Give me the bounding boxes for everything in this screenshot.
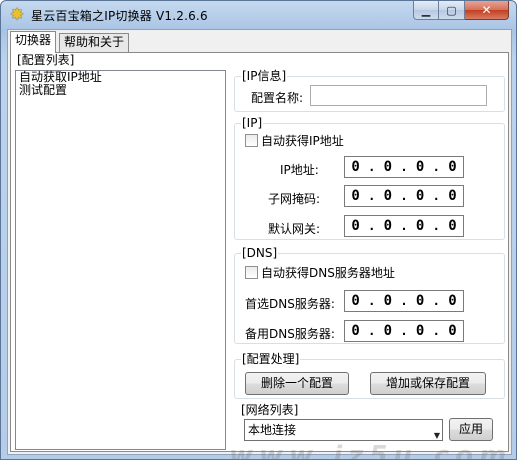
ip-octet: 0 bbox=[415, 218, 425, 234]
ip-dot: . bbox=[368, 160, 376, 174]
caption-buttons: ▁ ▢ ✕ bbox=[413, 1, 509, 21]
ip-dot: . bbox=[400, 324, 408, 338]
auto-ip-checkbox[interactable] bbox=[245, 134, 258, 147]
ip-dot: . bbox=[432, 160, 440, 174]
ip-octet: 0 bbox=[448, 188, 457, 204]
ip-octet: 0 bbox=[448, 323, 457, 339]
switcher-panel: [配置列表] 自动获取IP地址 测试配置 [IP信息] 配置名称: [IP] 自… bbox=[10, 52, 509, 460]
auto-ip-label: 自动获得IP地址 bbox=[261, 134, 344, 148]
ip-title: [IP] bbox=[241, 116, 264, 130]
config-name-field[interactable] bbox=[310, 85, 487, 106]
ip-octet: 0 bbox=[448, 159, 457, 175]
ip-info-title: [IP信息] bbox=[241, 69, 288, 83]
client-area: 切换器 帮助和关于 [配置列表] 自动获取IP地址 测试配置 [IP信息] 配置… bbox=[7, 29, 512, 460]
ip-group: [IP] 自动获得IP地址 IP地址: 0. 0. 0. 0 子网掩码: 0. … bbox=[234, 116, 505, 240]
ip-octet: 0 bbox=[415, 323, 425, 339]
subnet-mask-field[interactable]: 0. 0. 0. 0 bbox=[344, 185, 464, 207]
ip-octet: 0 bbox=[448, 293, 457, 309]
maximize-button[interactable]: ▢ bbox=[439, 1, 465, 20]
close-button[interactable]: ✕ bbox=[465, 1, 509, 20]
ip-dot: . bbox=[368, 294, 376, 308]
ip-address-label: IP地址: bbox=[280, 163, 319, 177]
chevron-down-icon: ▼ bbox=[433, 431, 440, 440]
network-list-title: [网络列表] bbox=[240, 403, 300, 417]
ip-dot: . bbox=[400, 219, 408, 233]
ip-octet: 0 bbox=[351, 188, 360, 204]
ip-octet: 0 bbox=[351, 218, 360, 234]
network-select[interactable]: 本地连接 ▼ bbox=[244, 419, 443, 441]
ip-dot: . bbox=[432, 219, 440, 233]
minimize-button[interactable]: ▁ bbox=[413, 1, 439, 20]
ip-dot: . bbox=[368, 324, 376, 338]
ip-address-field[interactable]: 0. 0. 0. 0 bbox=[344, 156, 464, 178]
star-app-icon: ✸ bbox=[9, 5, 25, 25]
config-list-title: [配置列表] bbox=[16, 53, 76, 67]
subnet-mask-label: 子网掩码: bbox=[268, 192, 321, 206]
config-actions-title: [配置处理] bbox=[241, 352, 301, 366]
primary-dns-label: 首选DNS服务器: bbox=[245, 297, 335, 311]
save-config-button[interactable]: 增加或保存配置 bbox=[370, 372, 486, 395]
ip-dot: . bbox=[432, 189, 440, 203]
dns-group: [DNS] 自动获得DNS服务器地址 首选DNS服务器: 0. 0. 0. 0 … bbox=[234, 246, 505, 344]
ip-dot: . bbox=[400, 160, 408, 174]
secondary-dns-label: 备用DNS服务器: bbox=[245, 327, 335, 341]
ip-dot: . bbox=[432, 324, 440, 338]
app-window: ✸ 星云百宝箱之IP切换器 V1.2.6.6 ▁ ▢ ✕ 切换器 帮助和关于 [… bbox=[0, 0, 517, 460]
config-actions-group: [配置处理] 删除一个配置 增加或保存配置 bbox=[234, 352, 505, 399]
gateway-field[interactable]: 0. 0. 0. 0 bbox=[344, 215, 464, 237]
network-list-group: [网络列表] 本地连接 ▼ 应用 bbox=[234, 403, 505, 449]
apply-button[interactable]: 应用 bbox=[449, 418, 493, 441]
network-selected: 本地连接 bbox=[248, 423, 297, 437]
ip-octet: 0 bbox=[383, 159, 393, 175]
close-icon: ✕ bbox=[481, 3, 492, 17]
primary-dns-field[interactable]: 0. 0. 0. 0 bbox=[344, 290, 464, 312]
ip-dot: . bbox=[400, 294, 408, 308]
ip-octet: 0 bbox=[351, 323, 360, 339]
auto-dns-checkbox[interactable] bbox=[245, 266, 258, 279]
title-bar[interactable]: ✸ 星云百宝箱之IP切换器 V1.2.6.6 ▁ ▢ ✕ bbox=[1, 1, 516, 29]
ip-octet: 0 bbox=[383, 188, 393, 204]
auto-dns-label: 自动获得DNS服务器地址 bbox=[261, 266, 395, 280]
ip-octet: 0 bbox=[383, 323, 393, 339]
ip-octet: 0 bbox=[448, 218, 457, 234]
tab-help-about[interactable]: 帮助和关于 bbox=[59, 33, 130, 52]
ip-dot: . bbox=[400, 189, 408, 203]
delete-config-button[interactable]: 删除一个配置 bbox=[245, 372, 349, 395]
gateway-label: 默认网关: bbox=[268, 222, 321, 236]
ip-octet: 0 bbox=[351, 293, 360, 309]
dns-title: [DNS] bbox=[241, 246, 279, 260]
ip-dot: . bbox=[432, 294, 440, 308]
ip-info-group: [IP信息] 配置名称: bbox=[234, 69, 505, 112]
ip-octet: 0 bbox=[383, 293, 393, 309]
ip-octet: 0 bbox=[415, 293, 425, 309]
minimize-icon: ▁ bbox=[421, 3, 431, 17]
ip-octet: 0 bbox=[415, 159, 425, 175]
config-listbox[interactable]: 自动获取IP地址 测试配置 bbox=[15, 70, 226, 450]
secondary-dns-field[interactable]: 0. 0. 0. 0 bbox=[344, 320, 464, 342]
ip-octet: 0 bbox=[351, 159, 360, 175]
list-item[interactable]: 测试配置 bbox=[16, 84, 225, 97]
auto-dns-checkbox-row[interactable]: 自动获得DNS服务器地址 bbox=[245, 264, 395, 281]
window-title: 星云百宝箱之IP切换器 V1.2.6.6 bbox=[31, 9, 208, 23]
config-name-label: 配置名称: bbox=[251, 91, 304, 105]
ip-octet: 0 bbox=[415, 188, 425, 204]
config-list-group: [配置列表] 自动获取IP地址 测试配置 bbox=[12, 53, 229, 450]
ip-dot: . bbox=[368, 189, 376, 203]
maximize-icon: ▢ bbox=[446, 3, 457, 17]
tab-switcher[interactable]: 切换器 bbox=[10, 31, 57, 53]
ip-dot: . bbox=[368, 219, 376, 233]
ip-octet: 0 bbox=[383, 218, 393, 234]
auto-ip-checkbox-row[interactable]: 自动获得IP地址 bbox=[245, 132, 344, 149]
